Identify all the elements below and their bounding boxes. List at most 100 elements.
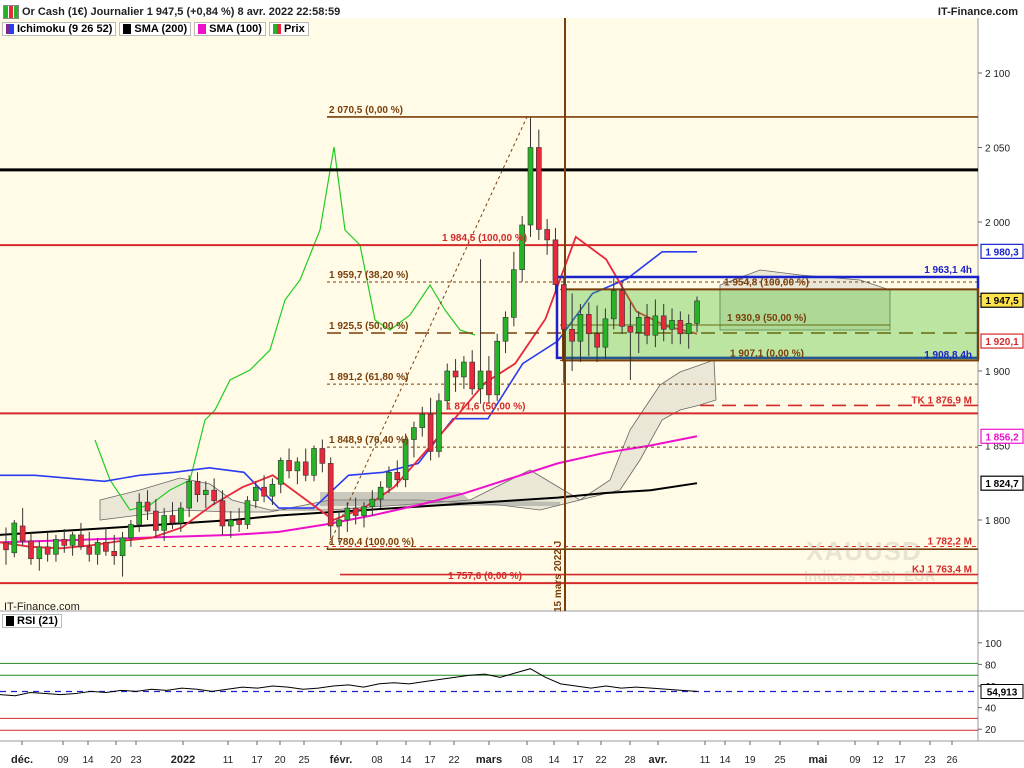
- candle-body: [319, 448, 326, 464]
- candle-body: [161, 515, 167, 531]
- candle-body: [94, 542, 101, 555]
- x-tick-label: 22: [448, 755, 460, 766]
- candle-body: [344, 507, 351, 521]
- candle-body: [194, 480, 201, 495]
- candle-body: [169, 515, 176, 524]
- candle-body: [327, 463, 334, 527]
- fibonacci-label: 1 871,6 (50,00 %): [446, 401, 526, 412]
- x-tick-label: 19: [744, 755, 756, 766]
- rsi-tick-label: 20: [985, 725, 997, 736]
- candle-body: [436, 400, 442, 452]
- candle-body: [477, 370, 484, 390]
- ichimoku-swatch-icon: [6, 24, 14, 34]
- fibonacci-label: 1 984,5 (100,00 %): [442, 233, 527, 244]
- x-tick-label: 25: [774, 755, 786, 766]
- candle-body: [53, 539, 59, 555]
- x-tick-label: 22: [595, 755, 607, 766]
- candle-body: [652, 315, 659, 336]
- header-settings-icon[interactable]: [3, 5, 19, 19]
- candle-body: [536, 147, 542, 230]
- candle-body: [69, 534, 76, 546]
- candle-body: [261, 486, 267, 497]
- candle-body: [644, 317, 650, 336]
- x-tick-label: 17: [251, 755, 263, 766]
- legend-item-sma200[interactable]: SMA (200): [119, 22, 192, 36]
- candle-body: [136, 501, 143, 525]
- candle-body: [36, 546, 43, 560]
- x-tick-label: 28: [624, 755, 636, 766]
- fibonacci-label: 1 780,4 (100,00 %): [329, 537, 414, 548]
- x-tick-label: 25: [298, 755, 310, 766]
- fibonacci-label: 1 891,2 (61,80 %): [329, 372, 409, 383]
- candle-body: [511, 269, 517, 318]
- candle-body: [86, 546, 93, 555]
- x-tick-label: 14: [400, 755, 412, 766]
- candle-body: [252, 486, 259, 501]
- candle-body: [602, 318, 609, 348]
- candle-body: [277, 460, 284, 485]
- x-tick-label: mai: [809, 754, 828, 766]
- candle-body: [610, 290, 617, 320]
- candle-body: [519, 224, 525, 270]
- candle-body: [11, 522, 18, 554]
- candle-body: [444, 370, 451, 402]
- right-level-label: TK 1 876,9 M: [911, 395, 972, 406]
- fibonacci-label: 1 907,1 (0,00 %): [730, 348, 804, 359]
- fibonacci-label: 1 848,9 (76,40 %): [329, 435, 409, 446]
- legend-bar: Ichimoku (9 26 52) SMA (200) SMA (100) P…: [2, 22, 309, 36]
- x-tick-label: 12: [872, 755, 884, 766]
- fibonacci-label: 1 757,6 (0,00 %): [448, 571, 522, 582]
- fibonacci-label: 1 930,9 (50,00 %): [727, 313, 807, 324]
- candle-body: [377, 486, 384, 500]
- price-tag-text: 1 947,5: [985, 296, 1019, 307]
- prix-swatch-icon: [272, 24, 281, 34]
- price-tag-text: 1 980,3: [985, 247, 1019, 258]
- legend-item-prix[interactable]: Prix: [268, 22, 309, 36]
- candle-body: [694, 300, 700, 324]
- candle-body: [244, 500, 251, 525]
- candle-body: [669, 320, 675, 330]
- candle-body: [502, 317, 509, 342]
- candle-body: [44, 546, 51, 555]
- candle-body: [311, 448, 317, 476]
- candle-body: [153, 510, 159, 531]
- y-tick-label: 2 050: [985, 144, 1010, 155]
- x-tick-label: avr.: [649, 754, 668, 766]
- candle-body: [61, 539, 68, 546]
- candle-body: [419, 413, 426, 428]
- x-tick-label: 14: [719, 755, 731, 766]
- candle-body: [286, 460, 292, 472]
- y-tick-label: 2 000: [985, 218, 1010, 229]
- rsi-panel-background: [0, 612, 978, 740]
- rsi-legend[interactable]: RSI (21): [2, 614, 62, 628]
- chart-canvas: 1 8001 8501 9001 9502 0002 0502 10020406…: [0, 0, 1024, 768]
- x-tick-label: 11: [700, 755, 711, 766]
- rsi-swatch-icon: [6, 616, 14, 626]
- candle-body: [211, 489, 217, 501]
- x-tick-label: 08: [371, 755, 383, 766]
- candle-body: [627, 325, 634, 333]
- right-level-label: 1 908,8 4h: [924, 350, 972, 361]
- legend-item-sma100[interactable]: SMA (100): [194, 22, 266, 36]
- legend-label-prix: Prix: [283, 23, 305, 35]
- candle-body: [361, 506, 367, 516]
- watermark-symbol: XAUUSD: [806, 536, 922, 566]
- y-tick-label: 1 800: [985, 516, 1010, 527]
- candle-body: [386, 472, 392, 488]
- legend-item-ichimoku[interactable]: Ichimoku (9 26 52): [2, 22, 117, 36]
- x-tick-label: 2022: [171, 754, 195, 766]
- sma100-swatch-icon: [198, 24, 207, 34]
- rsi-tick-label: 80: [985, 660, 997, 671]
- candle-body: [219, 500, 226, 527]
- x-tick-label: 17: [424, 755, 436, 766]
- candle-body: [577, 314, 584, 342]
- candle-body: [186, 480, 192, 509]
- y-tick-label: 2 100: [985, 69, 1010, 80]
- x-tick-label: 23: [924, 755, 936, 766]
- candle-body: [119, 537, 126, 557]
- x-tick-label: 26: [946, 755, 958, 766]
- price-tag-text: 1 856,2: [985, 432, 1019, 443]
- candle-body: [427, 413, 434, 452]
- candle-body: [552, 239, 559, 285]
- candle-body: [411, 427, 417, 440]
